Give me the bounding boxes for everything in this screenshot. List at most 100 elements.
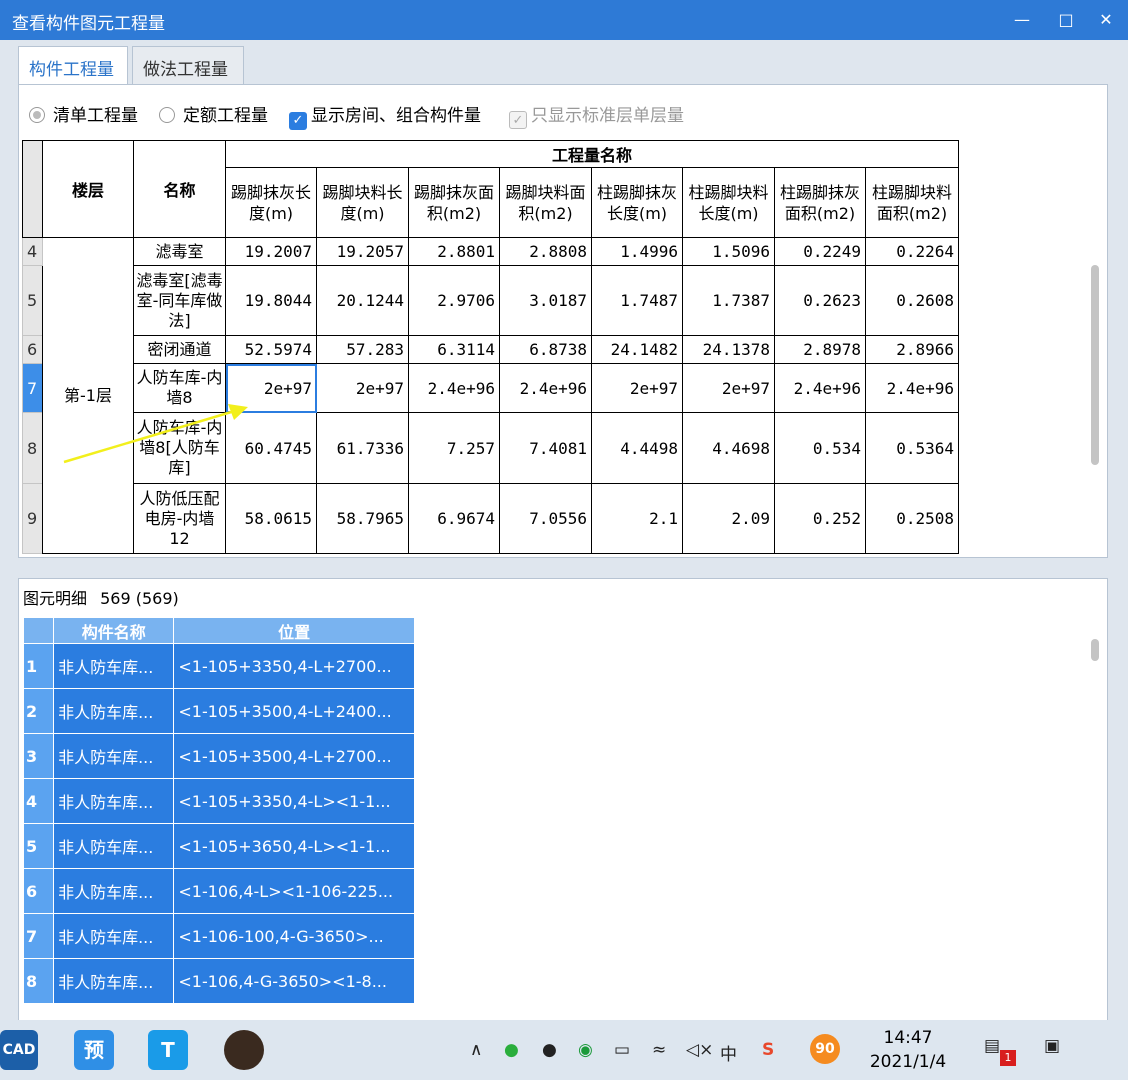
radio-quota-quantity[interactable]: 定额工程量 xyxy=(159,101,268,126)
value-cell[interactable]: 19.2057 xyxy=(316,237,409,266)
detail-name[interactable]: 非人防车库... xyxy=(53,823,175,869)
qq-icon[interactable]: ● xyxy=(542,1040,557,1060)
detail-position[interactable]: <1-105+3500,4-L+2400... xyxy=(173,688,415,734)
value-cell[interactable]: 2.4e+96 xyxy=(774,363,866,413)
name-cell[interactable]: 滤毒室[滤毒室-同车库做法] xyxy=(133,265,226,336)
volume-icon[interactable]: ◁× xyxy=(686,1040,713,1060)
detail-row-number[interactable]: 7 xyxy=(22,913,55,959)
detail-row-number[interactable]: 1 xyxy=(22,643,55,689)
notes-icon[interactable]: ▤ xyxy=(984,1036,1000,1056)
wechat-icon[interactable]: ● xyxy=(504,1040,519,1060)
avatar-icon[interactable] xyxy=(224,1030,264,1070)
value-cell[interactable]: 2e+97 xyxy=(316,363,409,413)
detail-name[interactable]: 非人防车库... xyxy=(53,688,175,734)
value-cell[interactable]: 3.0187 xyxy=(499,265,592,336)
column-header[interactable]: 柱踢脚抹灰长度(m) xyxy=(591,167,683,238)
value-cell[interactable]: 0.2608 xyxy=(864,265,960,336)
row-number[interactable]: 4 xyxy=(22,237,43,266)
cad-app-icon[interactable]: CAD xyxy=(0,1030,38,1070)
row-number[interactable]: 7 xyxy=(22,363,43,413)
value-cell[interactable]: 61.7336 xyxy=(316,412,409,484)
ime-icon[interactable]: 中 xyxy=(720,1040,737,1065)
value-cell[interactable]: 58.7965 xyxy=(316,483,409,554)
detail-name[interactable]: 非人防车库... xyxy=(53,958,175,1004)
value-cell[interactable]: 2.4e+96 xyxy=(499,363,592,413)
value-cell[interactable]: 2e+97 xyxy=(682,363,775,413)
value-cell[interactable]: 1.7387 xyxy=(682,265,775,336)
value-cell[interactable]: 20.1244 xyxy=(316,265,409,336)
detail-position[interactable]: <1-105+3500,4-L+2700... xyxy=(173,733,415,779)
detail-position[interactable]: <1-105+3350,4-L+2700... xyxy=(173,643,415,689)
column-header[interactable]: 踢脚块料面积(m2) xyxy=(499,167,592,238)
detail-position[interactable]: <1-106-100,4-G-3650>... xyxy=(173,913,415,959)
value-cell[interactable]: 6.8738 xyxy=(499,335,592,364)
value-cell[interactable]: 19.8044 xyxy=(225,265,317,336)
name-cell[interactable]: 人防低压配电房-内墙12 xyxy=(133,483,226,554)
checkbox-show-rooms[interactable]: ✓ 显示房间、组合构件量 xyxy=(289,101,481,130)
table-row[interactable]: 6 密闭通道 52.5974 57.283 6.3114 6.8738 24.1… xyxy=(22,335,960,364)
value-cell[interactable]: 4.4698 xyxy=(682,412,775,484)
detail-name[interactable]: 非人防车库... xyxy=(53,733,175,779)
detail-name[interactable]: 非人防车库... xyxy=(53,913,175,959)
detail-row-number[interactable]: 5 xyxy=(22,823,55,869)
tray-expand-icon[interactable]: ∧ xyxy=(470,1040,482,1060)
column-header[interactable]: 柱踢脚抹灰面积(m2) xyxy=(774,167,866,238)
value-cell[interactable]: 0.5364 xyxy=(864,412,960,484)
value-cell[interactable]: 4.4498 xyxy=(591,412,683,484)
list-item[interactable]: 2 非人防车库... <1-105+3500,4-L+2400... xyxy=(22,688,415,734)
action-center-icon[interactable]: ▣ xyxy=(1044,1036,1060,1056)
value-cell[interactable]: 6.9674 xyxy=(408,483,500,554)
detail-name[interactable]: 非人防车库... xyxy=(53,868,175,914)
value-cell[interactable]: 2.9706 xyxy=(408,265,500,336)
clock[interactable]: 14:47 2021/1/4 xyxy=(858,1026,958,1074)
value-cell[interactable]: 2.8801 xyxy=(408,237,500,266)
detail-row-number[interactable]: 8 xyxy=(22,958,55,1004)
detail-position[interactable]: <1-105+3350,4-L><1-1... xyxy=(173,778,415,824)
value-cell[interactable]: 0.252 xyxy=(774,483,866,554)
tab-method-quantity[interactable]: 做法工程量 xyxy=(132,46,244,84)
row-number[interactable]: 9 xyxy=(22,483,43,554)
value-cell[interactable]: 7.4081 xyxy=(499,412,592,484)
maximize-button[interactable]: □ xyxy=(1048,6,1084,34)
speed-badge-icon[interactable]: 90 xyxy=(810,1034,840,1064)
column-header[interactable]: 踢脚抹灰长度(m) xyxy=(225,167,317,238)
value-cell[interactable]: 7.257 xyxy=(408,412,500,484)
value-cell[interactable]: 2.4e+96 xyxy=(408,363,500,413)
sogou-icon[interactable]: S xyxy=(762,1040,774,1060)
value-cell[interactable]: 0.2249 xyxy=(774,237,866,266)
list-item[interactable]: 1 非人防车库... <1-105+3350,4-L+2700... xyxy=(22,643,415,689)
value-cell[interactable]: 52.5974 xyxy=(225,335,317,364)
budget-app-icon[interactable]: 预 xyxy=(74,1030,114,1070)
detail-name[interactable]: 非人防车库... xyxy=(53,778,175,824)
row-number[interactable]: 5 xyxy=(22,265,43,336)
column-header[interactable]: 踢脚抹灰面积(m2) xyxy=(408,167,500,238)
value-cell[interactable]: 24.1482 xyxy=(591,335,683,364)
t-app-icon[interactable]: T xyxy=(148,1030,188,1070)
value-cell[interactable]: 2.8808 xyxy=(499,237,592,266)
value-cell[interactable]: 0.2623 xyxy=(774,265,866,336)
detail-position[interactable]: <1-106,4-L><1-106-225... xyxy=(173,868,415,914)
value-cell[interactable]: 2.09 xyxy=(682,483,775,554)
battery-icon[interactable]: ▭ xyxy=(614,1040,630,1060)
value-cell[interactable]: 2.4e+96 xyxy=(864,363,960,413)
value-cell[interactable]: 0.2264 xyxy=(864,237,960,266)
minimize-button[interactable]: — xyxy=(1004,6,1040,34)
value-cell[interactable]: 2.8978 xyxy=(774,335,866,364)
value-cell[interactable]: 57.283 xyxy=(316,335,409,364)
value-cell[interactable]: 7.0556 xyxy=(499,483,592,554)
table-row[interactable]: 5 滤毒室[滤毒室-同车库做法] 19.8044 20.1244 2.9706 … xyxy=(22,265,960,336)
detail-row-number[interactable]: 6 xyxy=(22,868,55,914)
security-icon[interactable]: ◉ xyxy=(578,1040,593,1060)
value-cell[interactable]: 58.0615 xyxy=(225,483,317,554)
list-item[interactable]: 5 非人防车库... <1-105+3650,4-L><1-1... xyxy=(22,823,415,869)
value-cell[interactable]: 2e+97 xyxy=(591,363,683,413)
detail-scrollbar[interactable] xyxy=(1091,639,1099,661)
value-cell[interactable]: 0.534 xyxy=(774,412,866,484)
list-item[interactable]: 3 非人防车库... <1-105+3500,4-L+2700... xyxy=(22,733,415,779)
name-cell[interactable]: 密闭通道 xyxy=(133,335,226,364)
value-cell[interactable]: 2.1 xyxy=(591,483,683,554)
value-cell[interactable]: 19.2007 xyxy=(225,237,317,266)
list-item[interactable]: 6 非人防车库... <1-106,4-L><1-106-225... xyxy=(22,868,415,914)
detail-name[interactable]: 非人防车库... xyxy=(53,643,175,689)
wifi-icon[interactable]: ≈ xyxy=(652,1040,666,1060)
